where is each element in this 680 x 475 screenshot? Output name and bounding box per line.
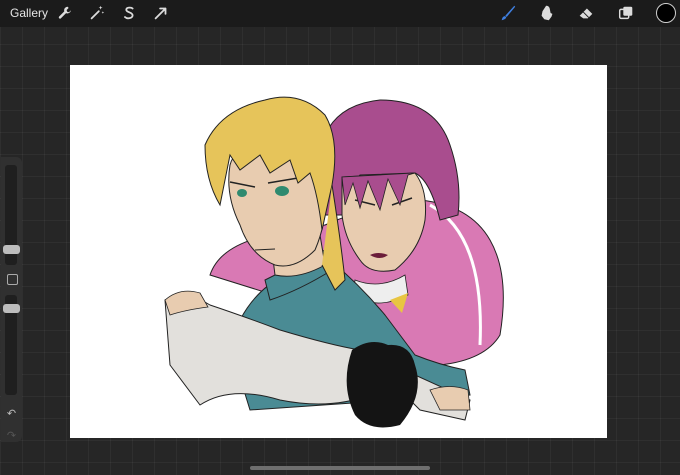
brush-icon[interactable] — [498, 3, 518, 23]
black-fur-cuff — [346, 341, 418, 428]
selection-s-icon[interactable] — [119, 3, 139, 23]
opacity-slider-handle[interactable] — [3, 304, 20, 313]
transform-arrow-icon[interactable] — [151, 3, 171, 23]
top-toolbar: Gallery — [0, 0, 680, 27]
layers-icon[interactable] — [616, 3, 636, 23]
left-sidebar: ↶ ↷ — [1, 157, 22, 442]
wrench-icon[interactable] — [55, 3, 75, 23]
eraser-icon[interactable] — [576, 3, 596, 23]
brush-size-slider-handle[interactable] — [3, 245, 20, 254]
artwork — [164, 96, 504, 428]
magic-wand-icon[interactable] — [87, 3, 107, 23]
gallery-button[interactable]: Gallery — [10, 6, 48, 20]
redo-button[interactable]: ↷ — [4, 429, 19, 443]
smudge-icon[interactable] — [537, 3, 557, 23]
undo-button[interactable]: ↶ — [4, 407, 19, 421]
home-indicator[interactable] — [250, 466, 430, 470]
drawing-canvas[interactable] — [70, 65, 607, 438]
modify-button[interactable] — [7, 274, 18, 285]
color-picker-button[interactable] — [656, 3, 676, 23]
